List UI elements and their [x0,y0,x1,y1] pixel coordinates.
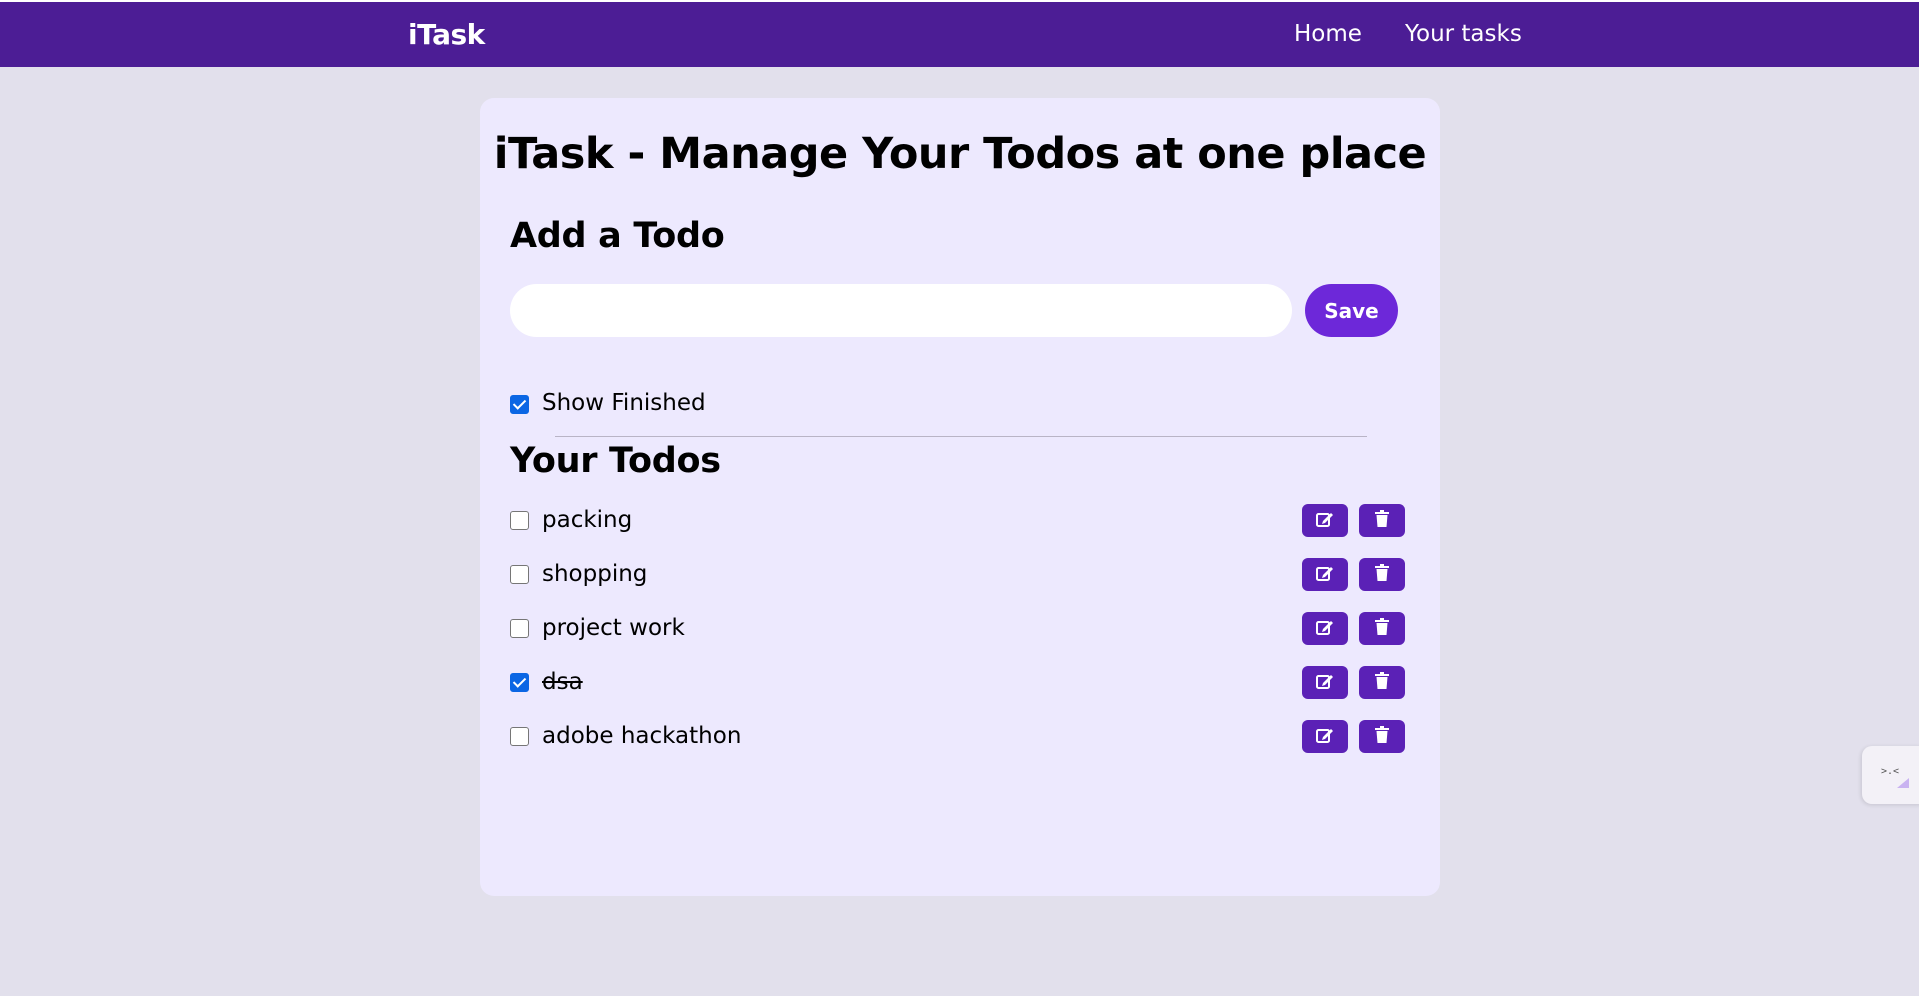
extension-widget-icon: >.< [1881,766,1909,788]
todo-text: packing [542,507,633,533]
trash-icon [1375,564,1389,585]
todo-checkbox[interactable] [510,511,529,530]
todo-text: dsa [542,669,583,695]
trash-icon [1375,726,1389,747]
delete-button[interactable] [1359,666,1405,699]
show-finished-checkbox[interactable] [510,395,529,414]
edit-icon [1315,510,1335,532]
page-title: iTask - Manage Your Todos at one place [493,129,1427,179]
delete-button[interactable] [1359,504,1405,537]
edit-icon [1315,564,1335,586]
delete-button[interactable] [1359,612,1405,645]
todo-input[interactable] [510,284,1292,337]
todo-text: adobe hackathon [542,723,742,749]
trash-icon [1375,618,1389,639]
edit-button[interactable] [1302,558,1348,591]
edit-button[interactable] [1302,666,1348,699]
your-todos-heading: Your Todos [510,441,721,481]
todo-checkbox[interactable] [510,619,529,638]
todo-row: packing [480,502,1440,542]
add-todo-heading: Add a Todo [510,216,725,256]
edit-icon [1315,618,1335,640]
todo-checkbox[interactable] [510,565,529,584]
trash-icon [1375,672,1389,693]
nav-link-your-tasks[interactable]: Your tasks [1405,21,1522,47]
edit-button[interactable] [1302,720,1348,753]
todo-checkbox[interactable] [510,673,529,692]
delete-button[interactable] [1359,558,1405,591]
todo-row: shopping [480,556,1440,596]
todo-row: dsa [480,664,1440,704]
brand-logo[interactable]: iTask [408,18,485,51]
todo-text: project work [542,615,685,641]
todo-text: shopping [542,561,648,587]
todo-row: adobe hackathon [480,718,1440,758]
todo-row: project work [480,610,1440,650]
svg-text:>.<: >.< [1881,766,1899,777]
nav-link-home[interactable]: Home [1294,21,1362,47]
edit-button[interactable] [1302,504,1348,537]
show-finished-label: Show Finished [542,390,706,416]
divider [555,436,1367,437]
main-card: iTask - Manage Your Todos at one place A… [480,98,1440,896]
edit-icon [1315,672,1335,694]
navbar: iTask Home Your tasks [0,2,1919,67]
edit-button[interactable] [1302,612,1348,645]
todo-checkbox[interactable] [510,727,529,746]
trash-icon [1375,510,1389,531]
edit-icon [1315,726,1335,748]
delete-button[interactable] [1359,720,1405,753]
save-button[interactable]: Save [1305,284,1398,337]
extension-widget[interactable]: >.< [1862,746,1919,804]
